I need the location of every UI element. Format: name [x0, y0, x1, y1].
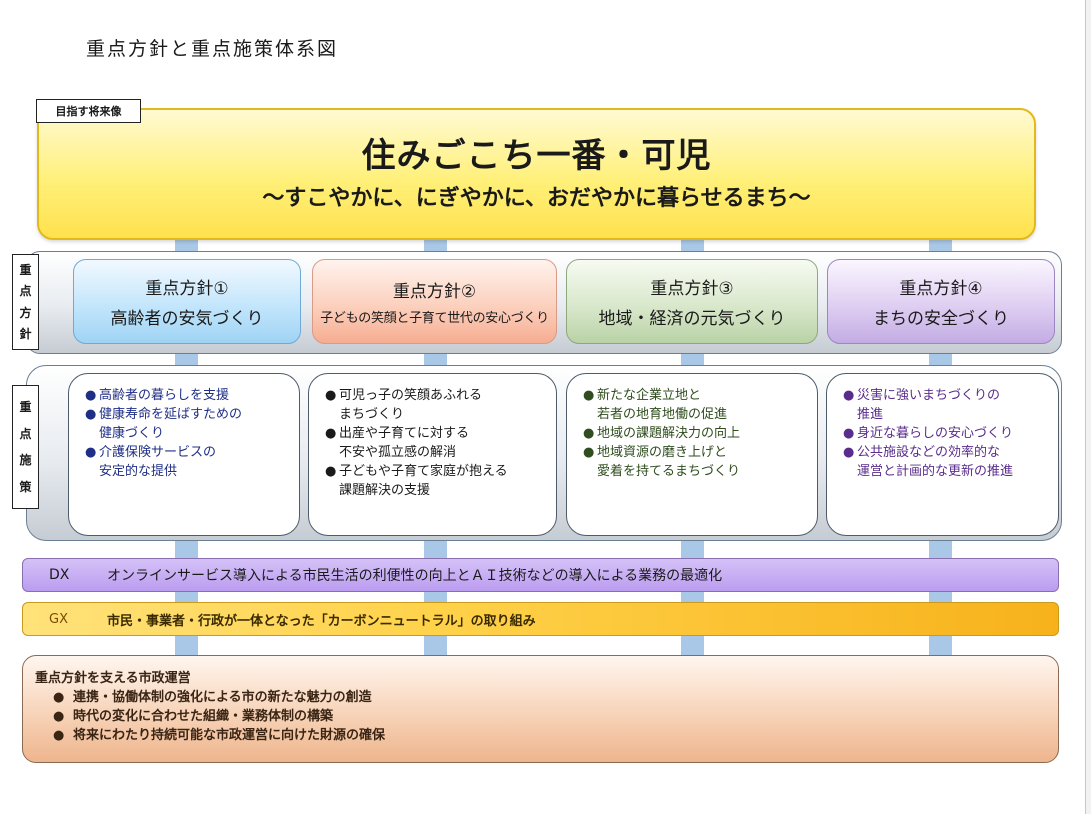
support-item: ● 時代の変化に合わせた組織・業務体制の構築 [35, 707, 1058, 726]
measure-line: 愛着を持てるまちづくり [597, 464, 741, 479]
measure-item: ● 出産や子育てに対する 不安や孤立感の解消 [325, 424, 548, 462]
gx-text: 市民・事業者・行政が一体となった「カーボンニュートラル」の取り組み [107, 613, 536, 629]
bullet: ● [583, 445, 595, 460]
bullet: ● [583, 388, 595, 403]
dx-text: オンラインサービス導入による市民生活の利便性の向上とＡＩ技術などの導入による業務… [107, 568, 723, 584]
measure-line: 可児っ子の笑顔あふれる [339, 388, 483, 403]
policy-box-2: 重点方針② 子どもの笑顔と子育て世代の安心づくり [312, 259, 557, 344]
measure-box-2: ● 可児っ子の笑顔あふれる まちづくり ● 出産や子育てに対する 不安や孤立感の解消 ●… [308, 373, 557, 536]
measure-item: ● 公共施設などの効率的な 運営と計画的な更新の推進 [843, 443, 1050, 481]
measure-line: 介護保険サービスの [99, 445, 217, 460]
side-label-measure: 重 点 施 策 [12, 385, 39, 509]
measure-line: 地域の課題解決力の向上 [597, 426, 741, 441]
measure-item: ● 健康寿命を延ばすための 健康づくり [85, 405, 291, 443]
gx-bar: GX 市民・事業者・行政が一体となった「カーボンニュートラル」の取り組み [22, 602, 1059, 636]
bullet: ● [325, 388, 337, 403]
measure-item: ● 災害に強いまちづくりの 推進 [843, 386, 1050, 424]
measure-box-3: ● 新たな企業立地と 若者の地育地働の促進 ● 地域の課題解決力の向上 ● 地域資源の磨… [566, 373, 818, 536]
vision-tag: 目指す将来像 [36, 99, 141, 123]
bullet: ● [325, 426, 337, 441]
support-item-text: 将来にわたり持続可能な市政運営に向けた財源の確保 [73, 728, 386, 743]
support-title: 重点方針を支える市政運営 [35, 671, 191, 686]
measure-item: ● 身近な暮らしの安心づくり [843, 424, 1050, 443]
measure-line: 公共施設などの効率的な [857, 445, 1001, 460]
measure-item: ● 地域の課題解決力の向上 [583, 424, 809, 443]
gx-label: GX [49, 611, 68, 627]
measure-item: ● 子どもや子育て家庭が抱える 課題解決の支援 [325, 462, 548, 500]
bullet: ● [843, 388, 855, 403]
bullet: ● [85, 407, 97, 422]
support-box: 重点方針を支える市政運営 ● 連携・協働体制の強化による市の新たな魅力の創造 ● 時… [22, 655, 1059, 763]
measure-line: 推進 [857, 407, 884, 422]
measure-line: 高齢者の暮らしを支援 [99, 388, 230, 403]
side-label-char: 施 [19, 453, 32, 468]
bullet: ● [843, 445, 855, 460]
measure-item: ● 介護保険サービスの 安定的な提供 [85, 443, 291, 481]
support-item: ● 将来にわたり持続可能な市政運営に向けた財源の確保 [35, 726, 1058, 745]
bullet: ● [85, 388, 97, 403]
policy-number: 重点方針③ [650, 279, 734, 299]
measure-line: 若者の地育地働の促進 [597, 407, 728, 422]
bullet: ● [583, 426, 595, 441]
measure-line: 地域資源の磨き上げと [597, 445, 728, 460]
policy-name: 高齢者の安気づくり [110, 309, 264, 329]
side-label-char: 針 [19, 326, 32, 341]
measure-item: ● 地域資源の磨き上げと 愛着を持てるまちづくり [583, 443, 809, 481]
bullet: ● [53, 709, 65, 724]
measure-box-1: ● 高齢者の暮らしを支援 ● 健康寿命を延ばすための 健康づくり ● 介護保険サービスの… [68, 373, 300, 536]
side-label-char: 方 [19, 305, 32, 320]
policy-number: 重点方針② [392, 282, 477, 302]
vision-main-text: 住みごこち一番・可児 [361, 136, 712, 176]
page-title: 重点方針と重点施策体系図 [86, 38, 339, 60]
side-label-char: 点 [19, 284, 32, 299]
bullet: ● [325, 464, 337, 479]
measure-line: まちづくり [339, 407, 405, 422]
policy-number: 重点方針④ [899, 279, 983, 299]
bullet: ● [53, 728, 65, 743]
measure-line: 出産や子育てに対する [339, 426, 470, 441]
measure-item: ● 可児っ子の笑顔あふれる まちづくり [325, 386, 548, 424]
bullet: ● [53, 690, 65, 705]
measure-line: 不安や孤立感の解消 [339, 445, 457, 460]
support-item-text: 連携・協働体制の強化による市の新たな魅力の創造 [73, 690, 372, 705]
support-item-text: 時代の変化に合わせた組織・業務体制の構築 [73, 709, 334, 724]
vision-sub-text: ～すこやかに、にぎやかに、おだやかに暮らせるまち～ [262, 186, 811, 211]
side-label-policy: 重 点 方 針 [12, 254, 39, 350]
bullet: ● [85, 445, 97, 460]
side-label-char: 点 [19, 426, 32, 441]
bullet: ● [843, 426, 855, 441]
measure-line: 災害に強いまちづくりの [857, 388, 1001, 403]
measure-line: 健康づくり [99, 426, 165, 441]
dx-bar: DX オンラインサービス導入による市民生活の利便性の向上とＡＩ技術などの導入によ… [22, 558, 1059, 592]
policy-name: まちの安全づくり [873, 309, 1009, 329]
side-label-char: 策 [19, 480, 32, 495]
policy-name: 子どもの笑顔と子育て世代の安心づくり [320, 311, 549, 326]
scrollbar-strip[interactable] [1085, 0, 1091, 814]
policy-name: 地域・経済の元気づくり [598, 309, 786, 329]
policy-box-3: 重点方針③ 地域・経済の元気づくり [566, 259, 818, 344]
dx-label: DX [49, 567, 70, 583]
side-label-char: 重 [19, 399, 32, 414]
measure-item: ● 高齢者の暮らしを支援 [85, 386, 291, 405]
support-item: ● 連携・協働体制の強化による市の新たな魅力の創造 [35, 688, 1058, 707]
measure-line: 課題解決の支援 [339, 483, 431, 498]
measure-box-4: ● 災害に強いまちづくりの 推進 ● 身近な暮らしの安心づくり ● 公共施設などの効率的… [826, 373, 1059, 536]
measure-line: 安定的な提供 [99, 464, 178, 479]
policy-box-4: 重点方針④ まちの安全づくり [827, 259, 1055, 344]
measure-item: ● 新たな企業立地と若者の地育地働の促進 [583, 386, 809, 424]
measure-line: 運営と計画的な更新の推進 [857, 464, 1014, 479]
policy-number: 重点方針① [145, 279, 229, 299]
measure-line: 新たな企業立地と [597, 388, 702, 403]
measure-line: 身近な暮らしの安心づくり [857, 426, 1014, 441]
policy-box-1: 重点方針① 高齢者の安気づくり [73, 259, 301, 344]
side-label-char: 重 [19, 263, 32, 278]
measure-line: 健康寿命を延ばすための [99, 407, 243, 422]
measure-line: 子どもや子育て家庭が抱える [339, 464, 508, 479]
